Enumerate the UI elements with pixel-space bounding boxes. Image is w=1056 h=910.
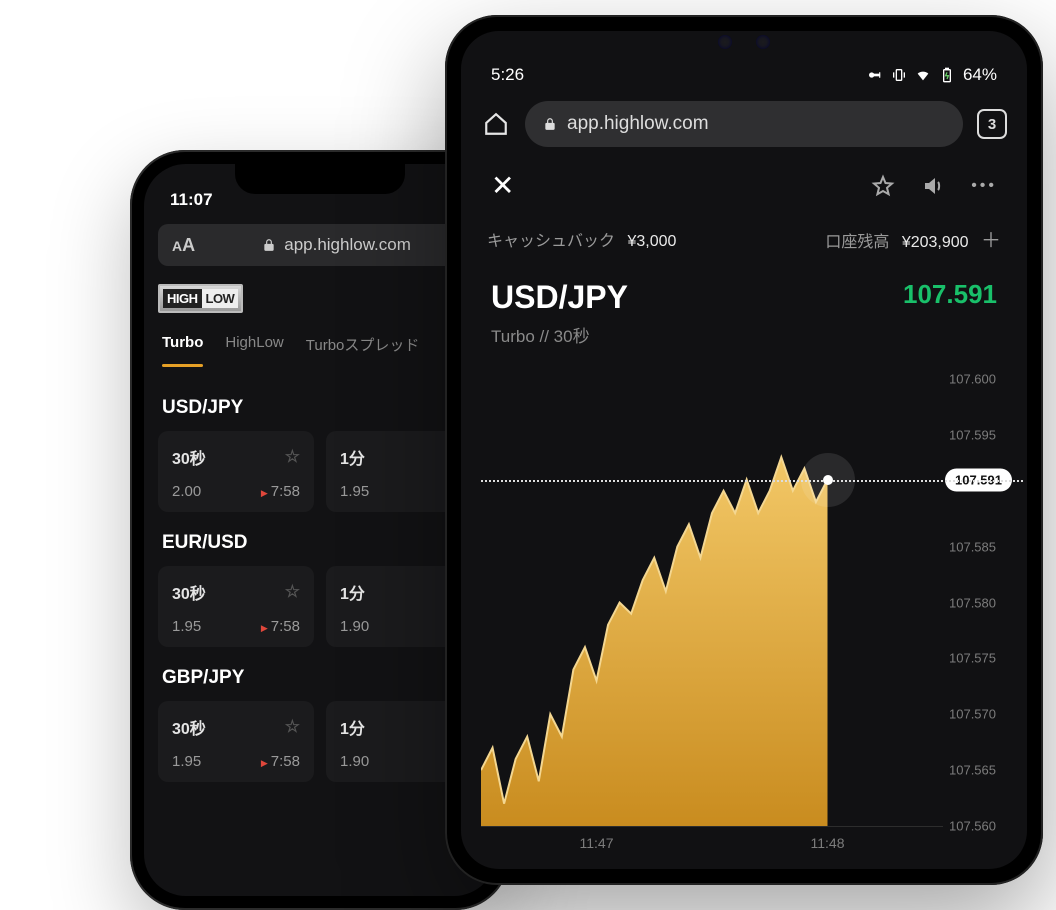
battery-percent: 64%: [963, 65, 997, 85]
current-price-marker: [801, 453, 855, 507]
phone-back-screen: 11:07 AA app.highlow.com HIGH LOW Turbo …: [144, 164, 496, 896]
tab-turbo-spread[interactable]: Turboスプレッド: [306, 326, 420, 367]
balance-value: ¥203,900: [902, 234, 969, 251]
y-tick: 107.575: [949, 651, 996, 666]
y-tick: 107.600: [949, 372, 996, 387]
card-duration: 30秒: [172, 445, 206, 469]
pairs-list[interactable]: USD/JPY 30秒☆ 2.00▶7:58 1分 1.95 EUR/USD 3…: [144, 367, 496, 792]
countdown-icon: ▶: [261, 488, 268, 498]
chart-series: [481, 379, 943, 826]
y-tick: 107.595: [949, 427, 996, 442]
address-bar-back[interactable]: AA app.highlow.com: [158, 224, 482, 266]
card-payout: 1.95: [172, 753, 201, 770]
status-time: 5:26: [491, 65, 524, 85]
more-icon[interactable]: •••: [971, 177, 997, 195]
logo-low: LOW: [202, 289, 239, 308]
lock-icon: [262, 238, 276, 252]
browser-toolbar: app.highlow.com 3: [461, 91, 1027, 151]
app-logo: HIGH LOW: [158, 276, 482, 320]
logo-high: HIGH: [163, 289, 202, 308]
card-payout: 1.95: [172, 618, 201, 635]
lock-icon: [543, 117, 557, 131]
option-card[interactable]: 30秒 ☆ 1.95 ▶7:58: [158, 566, 314, 647]
notch: [235, 164, 405, 194]
card-duration: 30秒: [172, 580, 206, 604]
tab-highlow[interactable]: HighLow: [225, 326, 283, 367]
chart-y-axis: 107.560107.565107.570107.575107.580107.5…: [943, 379, 1015, 827]
add-funds-icon[interactable]: ＋: [981, 230, 1001, 252]
page-controls: ✕ •••: [461, 151, 1027, 206]
y-tick: 107.565: [949, 763, 996, 778]
countdown-icon: ▶: [261, 758, 268, 768]
card-payout: 2.00: [172, 483, 201, 500]
card-payout: 1.90: [340, 618, 369, 635]
vibrate-icon: [891, 67, 907, 83]
y-tick: 107.560: [949, 819, 996, 834]
pair-title: USD/JPY: [162, 397, 478, 419]
star-icon[interactable]: ☆: [285, 582, 300, 602]
balance-bar: キャッシュバック ¥3,000 口座残高 ¥203,900 ＋: [461, 206, 1027, 259]
star-icon[interactable]: [871, 174, 895, 198]
reader-mode-icon[interactable]: AA: [172, 235, 195, 256]
cashback-label: キャッシュバック: [487, 233, 615, 250]
y-tick: 107.580: [949, 595, 996, 610]
wifi-icon: [915, 67, 931, 83]
balance-label: 口座残高: [825, 234, 889, 251]
x-tick: 11:48: [811, 835, 845, 869]
url-text: app.highlow.com: [567, 113, 709, 135]
chart-x-axis: 11:47 11:48: [461, 827, 1027, 869]
card-countdown: 7:58: [271, 483, 300, 500]
status-time: 11:07: [170, 190, 213, 210]
pair-title: GBP/JPY: [162, 667, 478, 689]
pair-title: EUR/USD: [162, 532, 478, 554]
pair-price: 107.591: [903, 279, 997, 310]
option-card[interactable]: 30秒 ☆ 2.00 ▶7:58: [158, 431, 314, 512]
countdown-icon: ▶: [261, 623, 268, 633]
option-card[interactable]: 30秒 ☆ 1.95 ▶7:58: [158, 701, 314, 782]
vpn-icon: [867, 67, 883, 83]
pair-header: USD/JPY Turbo // 30秒 107.591: [461, 259, 1027, 353]
card-duration: 30秒: [172, 715, 206, 739]
tab-count[interactable]: 3: [977, 109, 1007, 139]
close-icon[interactable]: ✕: [491, 169, 514, 202]
price-chart[interactable]: 107.560107.565107.570107.575107.580107.5…: [461, 353, 1027, 827]
pair-symbol: USD/JPY: [491, 279, 628, 316]
url-text: app.highlow.com: [284, 235, 411, 255]
current-price-line: [481, 480, 1023, 482]
battery-icon: [939, 67, 955, 83]
card-duration: 1分: [340, 715, 365, 739]
card-duration: 1分: [340, 580, 365, 604]
address-bar-front[interactable]: app.highlow.com: [525, 101, 963, 147]
home-icon[interactable]: [481, 109, 511, 139]
sound-icon[interactable]: [921, 174, 945, 198]
phone-front-screen: 5:26 64% app.highlow.com 3: [461, 31, 1027, 869]
y-tick: 107.585: [949, 539, 996, 554]
card-payout: 1.90: [340, 753, 369, 770]
tab-turbo[interactable]: Turbo: [162, 326, 203, 367]
star-icon[interactable]: ☆: [285, 447, 300, 467]
card-countdown: 7:58: [271, 753, 300, 770]
y-tick: 107.570: [949, 707, 996, 722]
cashback-value: ¥3,000: [627, 233, 676, 250]
star-icon[interactable]: ☆: [285, 717, 300, 737]
x-tick: 11:47: [580, 835, 614, 869]
phone-front: 5:26 64% app.highlow.com 3: [445, 15, 1043, 885]
pair-subtitle: Turbo // 30秒: [491, 322, 628, 347]
trade-type-tabs: Turbo HighLow Turboスプレッド: [144, 320, 496, 367]
card-countdown: 7:58: [271, 618, 300, 635]
card-payout: 1.95: [340, 483, 369, 500]
card-duration: 1分: [340, 445, 365, 469]
